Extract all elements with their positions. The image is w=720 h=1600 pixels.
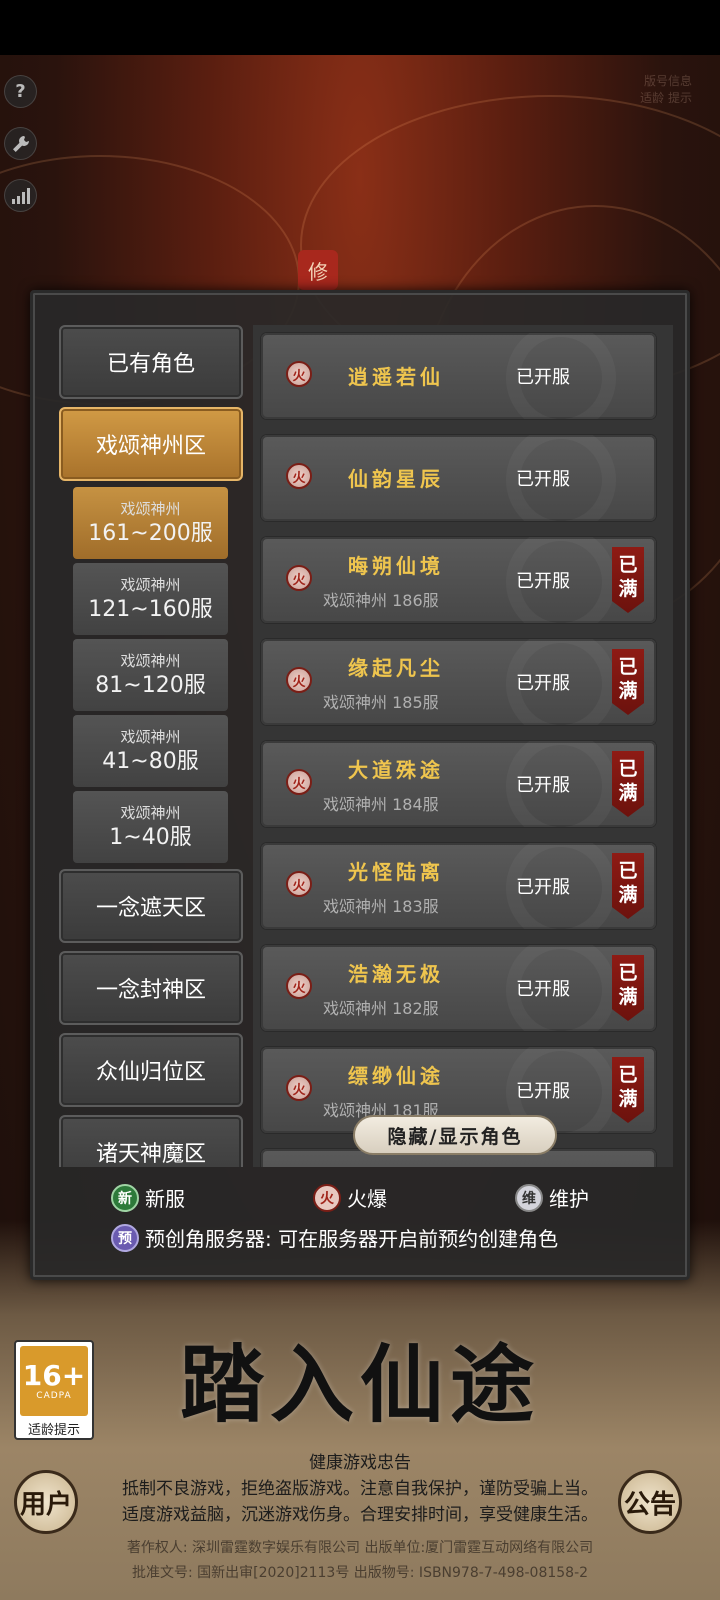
subzone-range: 1~40服 [109,825,192,850]
subzone-zone: 戏颂神州 [120,728,181,746]
subzone-range: 41~80服 [102,749,199,774]
server-row[interactable]: 火 仙韵星辰 已开服 [261,435,656,521]
subzone-item[interactable]: 戏颂神州 1~40服 [73,791,228,863]
hot-fire-icon: 火 [286,565,312,591]
server-status: 已开服 [516,877,570,898]
zone-list[interactable]: 已有角色 戏颂神州区 戏颂神州 161~200服 戏颂神州 121~160服 戏… [53,325,249,1167]
subzone-zone: 戏颂神州 [120,804,181,822]
server-name: 缘起凡尘 [348,656,444,680]
full-tag: 已满 [612,751,644,817]
server-status: 已开服 [516,571,570,592]
tab-zhongxian-zone[interactable]: 众仙归位区 [59,1033,243,1107]
legend-label: 新服 [145,1187,185,1211]
server-row[interactable]: 火 缘起凡尘 戏颂神州 185服 已开服 已满 [261,639,656,725]
toggle-roles-button[interactable]: 隐藏/显示角色 [353,1115,557,1155]
logo-seal: 修 [298,250,338,290]
help-question-icon[interactable]: ? [4,75,37,108]
precreate-text: 预创角服务器: 可在服务器开启前预约创建角色 [145,1227,559,1251]
hot-fire-icon: 火 [286,667,312,693]
server-number: 戏颂神州 182服 [323,999,439,1018]
full-tag: 已满 [612,853,644,919]
server-status: 已开服 [516,469,570,490]
server-name: 光怪陆离 [348,860,444,884]
full-tag: 已满 [612,955,644,1021]
top-right-line: 适龄 提示 [640,91,692,105]
credits-line: 著作权人: 深圳雷霆数字娱乐有限公司 出版单位:厦门雷霆互动网络有限公司 [126,1540,594,1556]
copyright-credits: 著作权人: 深圳雷霆数字娱乐有限公司 出版单位:厦门雷霆互动网络有限公司 批准文… [0,1536,720,1586]
wrench-icon[interactable] [4,127,37,160]
full-tag: 已满 [612,547,644,613]
server-status: 已开服 [516,979,570,1000]
legend-maintenance: 维 维护 [515,1183,589,1212]
server-name: 逍遥若仙 [348,365,444,389]
hot-fire-icon: 火 [286,973,312,999]
server-name: 大道殊途 [348,758,444,782]
tab-yinian-fengshen-zone[interactable]: 一念封神区 [59,951,243,1025]
subzone-range: 121~160服 [88,597,213,622]
credits-line: 批准文号: 国新出审[2020]2113号 出版物号: ISBN978-7-49… [131,1565,589,1581]
tab-owned-roles[interactable]: 已有角色 [59,325,243,399]
server-list[interactable]: 火 逍遥若仙 已开服 火 仙韵星辰 已开服 火 晦朔仙境 戏颂神州 186服 已… [253,325,673,1167]
server-status: 已开服 [516,1081,570,1102]
health-line: 适度游戏益脑，沉迷游戏伤身。合理安排时间，享受健康生活。 [122,1505,598,1525]
hot-fire-icon: 火 [286,463,312,489]
subzone-item[interactable]: 戏颂神州 41~80服 [73,715,228,787]
full-tag: 已满 [612,1057,644,1123]
new-badge-icon: 新 [111,1183,139,1212]
server-name: 仙韵星辰 [348,467,444,491]
top-right-line: 版号信息 [643,74,692,88]
subzone-item[interactable]: 戏颂神州 121~160服 [73,563,228,635]
server-name: 缥缈仙途 [348,1064,444,1088]
server-name: 晦朔仙境 [348,554,444,578]
legend-new: 新 新服 [111,1183,185,1212]
full-tag: 已满 [612,649,644,715]
server-status: 已开服 [516,775,570,796]
hot-fire-icon: 火 [286,361,312,387]
hot-badge-icon: 火 [313,1183,341,1212]
tab-yinian-zhetian-zone[interactable]: 一念遮天区 [59,869,243,943]
server-select-panel: 已有角色 戏颂神州区 戏颂神州 161~200服 戏颂神州 121~160服 戏… [30,290,690,1280]
health-line: 抵制不良游戏，拒绝盗版游戏。注意自我保护，谨防受骗上当。 [122,1479,598,1499]
hot-fire-icon: 火 [286,1075,312,1101]
server-row[interactable]: 火 晦朔仙境 戏颂神州 186服 已开服 已满 [261,537,656,623]
precreate-badge-icon: 预 [111,1223,139,1252]
health-title: 健康游戏忠告 [309,1453,411,1473]
precreate-info: 预 预创角服务器: 可在服务器开启前预约创建角色 [111,1223,558,1252]
subzone-zone: 戏颂神州 [120,500,181,518]
server-number: 戏颂神州 185服 [323,693,439,712]
subzone-item[interactable]: 戏颂神州 81~120服 [73,639,228,711]
signal-icon[interactable] [4,179,37,212]
health-notice: 健康游戏忠告 抵制不良游戏，拒绝盗版游戏。注意自我保护，谨防受骗上当。 适度游戏… [0,1450,720,1528]
maintenance-badge-icon: 维 [515,1183,543,1212]
subzone-zone: 戏颂神州 [120,652,181,670]
hot-fire-icon: 火 [286,871,312,897]
enter-game-button[interactable]: 踏入仙途 [0,1318,720,1439]
legend-label: 维护 [549,1187,589,1211]
subzone-range: 161~200服 [88,521,213,546]
server-status: 已开服 [516,673,570,694]
server-row[interactable]: 火 光怪陆离 戏颂神州 183服 已开服 已满 [261,843,656,929]
top-right-info: 版号信息 适龄 提示 [640,72,692,106]
server-number: 戏颂神州 184服 [323,795,439,814]
server-row[interactable]: 火 逍遥若仙 已开服 [261,333,656,419]
subzone-item[interactable]: 戏颂神州 161~200服 [73,487,228,559]
tab-zhutian-zone[interactable]: 诸天神魔区 [59,1115,243,1167]
legend-hot: 火 火爆 [313,1183,387,1212]
subzone-zone: 戏颂神州 [120,576,181,594]
server-status: 已开服 [516,367,570,388]
server-name: 浩瀚无极 [348,962,444,986]
tab-xisong-zone[interactable]: 戏颂神州区 [59,407,243,481]
server-row[interactable]: 火 大道殊途 戏颂神州 184服 已开服 已满 [261,741,656,827]
server-row[interactable]: 火 浩瀚无极 戏颂神州 182服 已开服 已满 [261,945,656,1031]
subzone-range: 81~120服 [95,673,206,698]
server-number: 戏颂神州 183服 [323,897,439,916]
legend-label: 火爆 [347,1187,387,1211]
hot-fire-icon: 火 [286,769,312,795]
server-number: 戏颂神州 186服 [323,591,439,610]
